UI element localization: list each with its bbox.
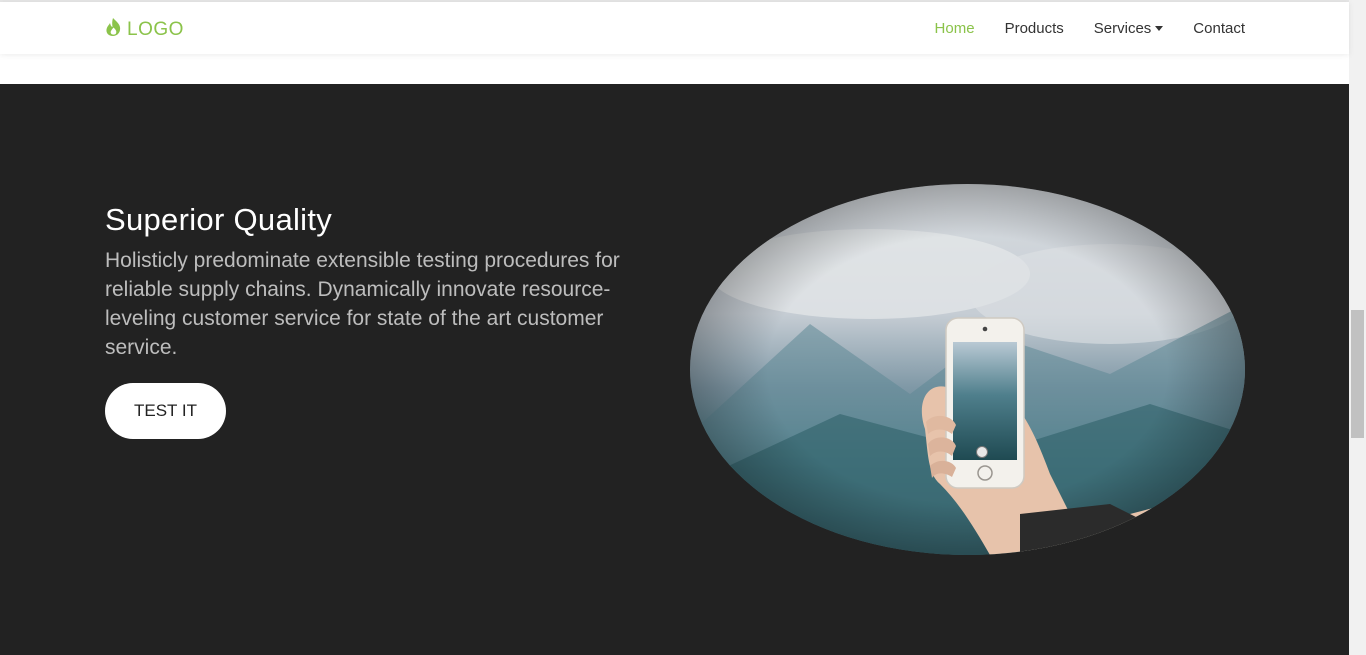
nav-item-home[interactable]: Home xyxy=(935,20,975,37)
flame-icon xyxy=(105,18,122,41)
logo[interactable]: LOGO xyxy=(105,18,184,41)
nav-item-products[interactable]: Products xyxy=(1005,20,1064,37)
logo-text: LOGO xyxy=(127,18,184,40)
hand-phone-photo-icon xyxy=(690,184,1245,555)
hero-description: Holisticly predominate extensible testin… xyxy=(105,249,620,359)
nav-item-contact[interactable]: Contact xyxy=(1193,20,1245,37)
vertical-scrollbar[interactable] xyxy=(1349,0,1366,655)
nav-item-services-label: Services xyxy=(1093,19,1152,37)
caret-down-icon xyxy=(1155,26,1164,32)
header-spacer xyxy=(0,54,1349,84)
nav-item-services[interactable]: Services xyxy=(1094,20,1164,37)
top-navbar: LOGO Home Products Services Contact xyxy=(0,2,1349,54)
hero-section: Superior Quality Holisticly predominate … xyxy=(0,84,1349,655)
hero-image xyxy=(690,184,1245,555)
test-it-button[interactable]: TEST IT xyxy=(105,383,226,439)
hero-title: Superior Quality xyxy=(105,202,333,237)
nav-menu: Home Products Services Contact xyxy=(935,2,1245,54)
scrollbar-thumb[interactable] xyxy=(1351,310,1364,438)
